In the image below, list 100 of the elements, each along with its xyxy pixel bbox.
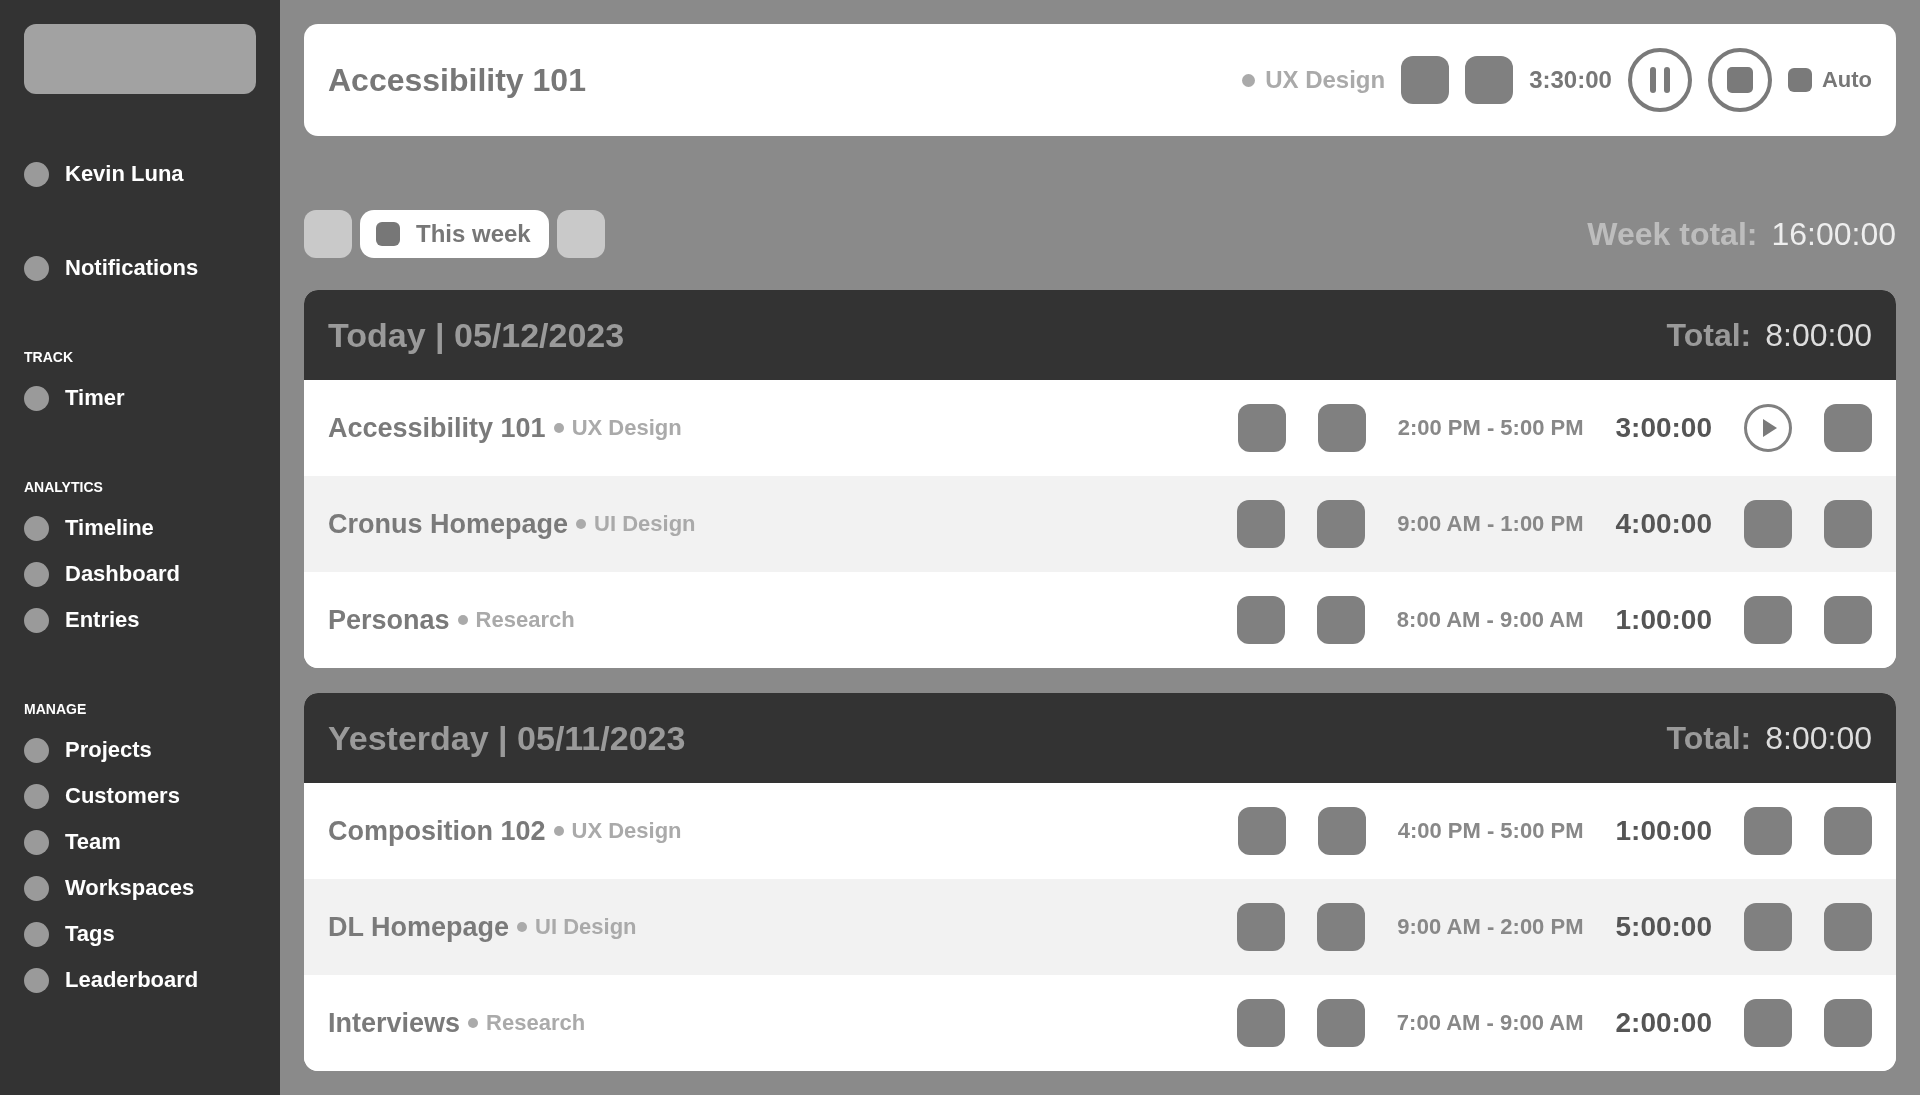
placeholder-button[interactable] xyxy=(1237,404,1286,452)
placeholder-button[interactable] xyxy=(1317,404,1366,452)
dot-icon xyxy=(24,967,49,993)
entry-category: Research xyxy=(475,607,575,633)
placeholder-button[interactable] xyxy=(1824,903,1872,951)
timer-title: Accessibility 101 xyxy=(328,61,586,99)
section-label: MANAGE xyxy=(24,700,87,718)
nav-item[interactable]: Projects xyxy=(24,727,152,773)
auto-toggle[interactable]: Auto xyxy=(1787,67,1872,93)
entry-project: Accessibility 101 xyxy=(328,412,546,444)
play-icon xyxy=(1762,419,1777,437)
nav-item[interactable]: Leaderboard xyxy=(24,957,199,1003)
category-dot-icon xyxy=(517,922,528,932)
time-range: 7:00 AM - 9:00 AM xyxy=(1396,1010,1584,1036)
entry-duration: 2:00:00 xyxy=(1615,1007,1712,1039)
play-button[interactable] xyxy=(1744,404,1792,452)
nav-item[interactable]: Timer xyxy=(24,375,125,421)
placeholder-button[interactable] xyxy=(1824,807,1872,855)
placeholder-button[interactable] xyxy=(304,210,352,258)
dot-icon xyxy=(24,875,49,901)
entry-category: UX Design xyxy=(571,818,682,844)
time-range: 9:00 AM - 1:00 PM xyxy=(1397,511,1584,537)
placeholder-button[interactable] xyxy=(1316,596,1365,644)
user-profile-link[interactable]: Kevin Luna xyxy=(24,151,184,197)
entry-project: Personas xyxy=(328,604,450,636)
placeholder-button[interactable] xyxy=(1744,596,1792,644)
placeholder-button[interactable] xyxy=(1237,807,1286,855)
entry-project: Composition 102 xyxy=(328,815,546,847)
placeholder-button[interactable] xyxy=(1465,56,1514,104)
dot-icon xyxy=(24,255,49,281)
entry-duration: 3:00:00 xyxy=(1615,412,1712,444)
placeholder-button[interactable] xyxy=(1236,596,1285,644)
placeholder-button[interactable] xyxy=(1317,903,1366,951)
placeholder-button[interactable] xyxy=(1237,500,1286,548)
entry-duration: 4:00:00 xyxy=(1615,508,1712,540)
nav-item[interactable]: Team xyxy=(24,819,121,865)
placeholder-button[interactable] xyxy=(1824,404,1872,452)
nav-item[interactable]: Entries xyxy=(24,597,140,643)
square-icon xyxy=(376,222,400,246)
placeholder-button[interactable] xyxy=(1237,903,1286,951)
placeholder-button[interactable] xyxy=(1236,999,1285,1047)
avatar-icon xyxy=(24,161,49,187)
placeholder-button[interactable] xyxy=(1824,999,1872,1047)
dot-icon xyxy=(24,385,49,411)
square-icon xyxy=(1787,68,1812,92)
dot-icon xyxy=(24,561,49,587)
category-dot-icon xyxy=(1242,73,1256,87)
entry-duration: 1:00:00 xyxy=(1615,815,1712,847)
time-range: 8:00 AM - 9:00 AM xyxy=(1396,607,1584,633)
total-value: 8:00:00 xyxy=(1765,719,1872,757)
placeholder-button[interactable] xyxy=(1824,596,1872,644)
nav-item[interactable]: Workspaces xyxy=(24,865,195,911)
time-range: 2:00 PM - 5:00 PM xyxy=(1397,415,1584,441)
placeholder-button[interactable] xyxy=(1317,500,1366,548)
category-dot-icon xyxy=(457,615,468,625)
stop-icon xyxy=(1726,67,1753,93)
placeholder-button[interactable] xyxy=(1401,56,1450,104)
nav-item[interactable]: Notifications xyxy=(24,245,199,291)
placeholder-button[interactable] xyxy=(1744,999,1792,1047)
category-label: UX Design xyxy=(1265,66,1386,94)
dot-icon xyxy=(24,607,49,633)
nav-item[interactable]: Timeline xyxy=(24,505,154,551)
time-range: 9:00 AM - 2:00 PM xyxy=(1397,914,1584,940)
placeholder-button[interactable] xyxy=(556,210,605,258)
category-dot-icon xyxy=(553,423,564,433)
date-range-button[interactable]: This week xyxy=(360,210,549,258)
pause-icon xyxy=(1649,67,1670,93)
category-dot-icon xyxy=(468,1018,479,1028)
nav-item[interactable]: Customers xyxy=(24,773,180,819)
entry-project: Interviews xyxy=(328,1007,461,1039)
total-label: Total: xyxy=(1666,316,1752,354)
entry-category: UI Design xyxy=(535,914,637,940)
entry-duration: 1:00:00 xyxy=(1615,604,1712,636)
nav-item[interactable]: Dashboard xyxy=(24,551,180,597)
placeholder-button[interactable] xyxy=(1744,500,1792,548)
placeholder-button[interactable] xyxy=(1317,807,1366,855)
day-title: Today | 05/12/2023 xyxy=(328,315,625,355)
section-label: ANALYTICS xyxy=(24,478,103,496)
total-label: Total: xyxy=(1666,719,1752,757)
placeholder-button[interactable] xyxy=(1744,807,1792,855)
entry-category: UI Design xyxy=(594,511,696,537)
nav-item[interactable]: Tags xyxy=(24,911,115,957)
timer-duration: 3:30:00 xyxy=(1529,66,1612,94)
dot-icon xyxy=(24,515,49,541)
day-title: Yesterday | 05/11/2023 xyxy=(328,718,686,758)
dot-icon xyxy=(24,829,49,855)
category-dot-icon xyxy=(553,826,564,836)
entry-category: UX Design xyxy=(571,415,682,441)
entry-project: DL Homepage xyxy=(328,911,510,943)
placeholder-button[interactable] xyxy=(1824,500,1872,548)
dot-icon xyxy=(24,737,49,763)
entry-category: Research xyxy=(486,1010,586,1036)
placeholder-button[interactable] xyxy=(1316,999,1365,1047)
entry-project: Cronus Homepage xyxy=(328,508,569,540)
week-total-value: 16:00:00 xyxy=(1771,215,1896,253)
time-range: 4:00 PM - 5:00 PM xyxy=(1397,818,1584,844)
total-value: 8:00:00 xyxy=(1765,316,1872,354)
category-dot-icon xyxy=(576,519,587,529)
dot-icon xyxy=(24,783,49,809)
placeholder-button[interactable] xyxy=(1744,903,1792,951)
